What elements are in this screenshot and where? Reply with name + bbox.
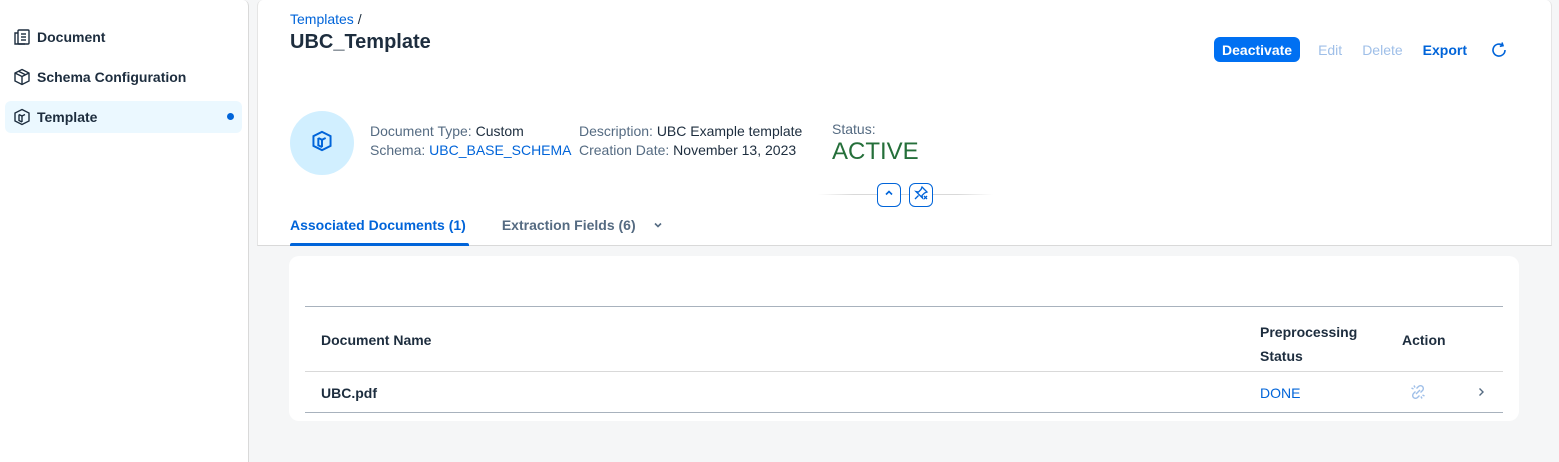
description-value: UBC Example template — [656, 123, 803, 139]
document-type-label: Document Type: — [370, 123, 472, 139]
main-content: Templates / UBC_Template Deactivate Edit… — [257, 0, 1552, 462]
navigation-arrow-icon[interactable] — [1475, 385, 1487, 402]
sidebar-item-label: Schema Configuration — [37, 69, 187, 85]
sidebar-item-template[interactable]: Template — [5, 101, 242, 133]
tab-associated-documents[interactable]: Associated Documents (1) — [290, 213, 469, 246]
associated-documents-card: Document Name Preprocessing Status Actio… — [289, 256, 1519, 421]
schema-attribute: Schema: UBC_BASE_SCHEMA — [370, 142, 572, 158]
creation-date-label: Creation Date: — [579, 142, 670, 158]
column-header-line: Status — [1260, 348, 1303, 364]
table-header: Document Name Preprocessing Status Actio… — [305, 306, 1503, 372]
tab-bar: Associated Documents (1) Extraction Fiel… — [290, 213, 700, 246]
table-row[interactable]: UBC.pdf DONE — [305, 372, 1503, 413]
sidebar-item-label: Document — [37, 29, 106, 45]
page-title: UBC_Template — [290, 31, 431, 53]
document-icon — [12, 27, 32, 47]
header-divider — [818, 194, 993, 195]
header-toolbar: Deactivate Edit Delete Export — [1214, 37, 1511, 62]
column-header-action[interactable]: Action — [1402, 332, 1446, 348]
description-attribute: Description: UBC Example template — [579, 123, 802, 139]
tab-label: Extraction Fields (6) — [501, 217, 636, 233]
edit-button[interactable]: Edit — [1308, 37, 1352, 62]
chevron-up-icon — [883, 186, 895, 204]
schema-label: Schema: — [370, 142, 426, 158]
active-indicator-dot — [227, 113, 234, 120]
pin-icon — [913, 185, 929, 206]
schema-link[interactable]: UBC_BASE_SCHEMA — [429, 142, 571, 158]
object-page-header: Templates / UBC_Template Deactivate Edit… — [257, 0, 1552, 246]
column-header-preprocessing-status[interactable]: Preprocessing Status — [1260, 320, 1357, 368]
documents-table: Document Name Preprocessing Status Actio… — [305, 306, 1503, 413]
sidebar-item-label: Template — [37, 109, 98, 125]
chevron-down-icon[interactable] — [652, 217, 664, 233]
tab-extraction-fields[interactable]: Extraction Fields (6) — [502, 213, 664, 246]
refresh-icon[interactable] — [1487, 38, 1511, 62]
sidebar: Document Schema Configuration Template — [0, 0, 249, 462]
pin-header-button[interactable] — [909, 183, 933, 207]
document-name-cell: UBC.pdf — [321, 385, 377, 401]
sidebar-item-document[interactable]: Document — [5, 21, 242, 53]
status-label: Status: — [832, 121, 876, 137]
template-icon — [311, 130, 333, 157]
template-icon — [12, 107, 32, 127]
column-header-document-name[interactable]: Document Name — [321, 332, 431, 348]
breadcrumb-link-templates[interactable]: Templates — [290, 11, 354, 27]
tab-label: Associated Documents (1) — [290, 217, 466, 233]
unlink-icon[interactable] — [1409, 383, 1427, 404]
delete-button[interactable]: Delete — [1352, 37, 1412, 62]
preprocessing-status-cell: DONE — [1260, 385, 1301, 401]
document-type-attribute: Document Type: Custom — [370, 123, 524, 139]
export-button[interactable]: Export — [1413, 37, 1477, 62]
creation-date-attribute: Creation Date: November 13, 2023 — [579, 142, 796, 158]
template-avatar — [290, 111, 354, 175]
breadcrumb-separator: / — [357, 11, 362, 27]
description-label: Description: — [579, 123, 653, 139]
collapse-header-button[interactable] — [877, 183, 901, 207]
status-value: ACTIVE — [832, 138, 919, 165]
creation-date-value: November 13, 2023 — [673, 142, 797, 158]
deactivate-button[interactable]: Deactivate — [1214, 37, 1301, 62]
document-type-value: Custom — [475, 123, 524, 139]
breadcrumb: Templates / — [290, 11, 362, 27]
cube-icon — [12, 67, 32, 87]
column-header-line: Preprocessing — [1260, 324, 1358, 340]
sidebar-item-schema-configuration[interactable]: Schema Configuration — [5, 61, 242, 93]
